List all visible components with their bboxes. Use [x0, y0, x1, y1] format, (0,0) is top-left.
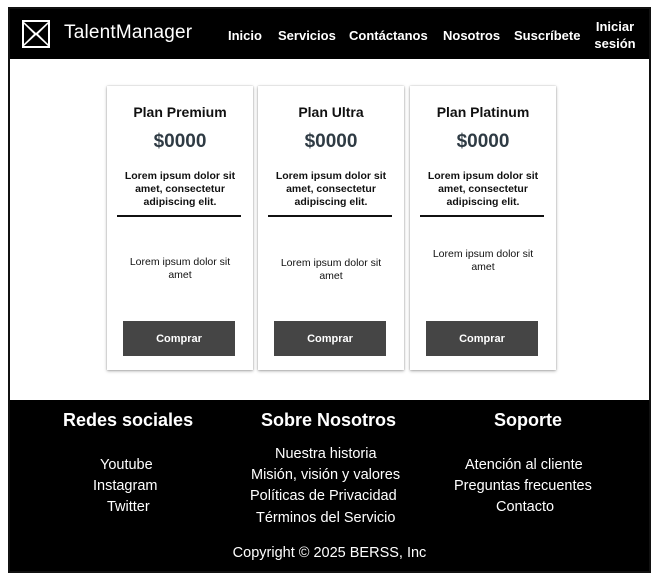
plan-title: Plan Premium — [133, 104, 227, 120]
footer-heading-social: Redes sociales — [63, 410, 194, 430]
x-box-logo-icon[interactable] — [22, 20, 50, 48]
footer-heading-about: Sobre Nosotros — [261, 410, 397, 430]
divider — [420, 215, 544, 217]
buy-button[interactable]: Comprar — [426, 321, 538, 356]
plan-price: $0000 — [153, 131, 207, 152]
footer-link-terminos[interactable]: Términos del Servicio — [256, 510, 395, 526]
plan-feature: Lorem ipsum dolor sit amet — [129, 256, 231, 281]
login-line-2: sesión — [594, 36, 636, 51]
copyright-text: Copyright © 2025 BERSS, Inc — [232, 545, 427, 561]
footer-link-privacidad[interactable]: Políticas de Privacidad — [250, 488, 397, 504]
plan-card-premium: Plan Premium $0000 Lorem ipsum dolor sit… — [107, 86, 253, 370]
footer: Redes sociales Youtube Instagram Twitter… — [10, 400, 649, 571]
nav-suscribete[interactable]: Suscríbete — [514, 28, 580, 43]
footer-link-mision[interactable]: Misión, visión y valores — [251, 467, 400, 483]
plan-description: Lorem ipsum dolor sit amet, consectetur … — [427, 170, 539, 208]
plan-price: $0000 — [456, 131, 510, 152]
footer-link-twitter[interactable]: Twitter — [107, 499, 150, 515]
buy-button[interactable]: Comprar — [123, 321, 235, 356]
plan-title: Plan Platinum — [436, 104, 530, 120]
footer-link-contacto[interactable]: Contacto — [496, 499, 554, 515]
page-frame: TalentManager Inicio Servicios Contáctan… — [8, 7, 651, 573]
nav-servicios[interactable]: Servicios — [278, 28, 336, 43]
divider — [117, 215, 241, 217]
plan-card-platinum: Plan Platinum $0000 Lorem ipsum dolor si… — [410, 86, 556, 370]
footer-heading-support: Soporte — [494, 410, 563, 430]
plan-description: Lorem ipsum dolor sit amet, consectetur … — [275, 170, 387, 208]
brand-name[interactable]: TalentManager — [64, 22, 192, 44]
footer-link-faq[interactable]: Preguntas frecuentes — [454, 478, 592, 494]
divider — [268, 215, 392, 217]
footer-link-atencion[interactable]: Atención al cliente — [465, 457, 583, 473]
nav-contactanos[interactable]: Contáctanos — [349, 28, 428, 43]
footer-link-instagram[interactable]: Instagram — [93, 478, 157, 494]
footer-link-historia[interactable]: Nuestra historia — [275, 446, 377, 462]
nav-inicio[interactable]: Inicio — [228, 28, 262, 43]
footer-link-youtube[interactable]: Youtube — [100, 457, 153, 473]
buy-button[interactable]: Comprar — [274, 321, 386, 356]
nav-nosotros[interactable]: Nosotros — [443, 28, 500, 43]
login-line-1: Iniciar — [595, 19, 635, 34]
plan-feature: Lorem ipsum dolor sit amet — [432, 248, 534, 273]
plan-card-ultra: Plan Ultra $0000 Lorem ipsum dolor sit a… — [258, 86, 404, 370]
plan-title: Plan Ultra — [298, 104, 364, 120]
login-link[interactable]: Iniciar sesión — [593, 18, 637, 52]
plan-description: Lorem ipsum dolor sit amet, consectetur … — [124, 170, 236, 208]
top-navbar: TalentManager Inicio Servicios Contáctan… — [10, 9, 649, 59]
plan-feature: Lorem ipsum dolor sit amet — [280, 257, 382, 282]
plan-price: $0000 — [304, 131, 358, 152]
